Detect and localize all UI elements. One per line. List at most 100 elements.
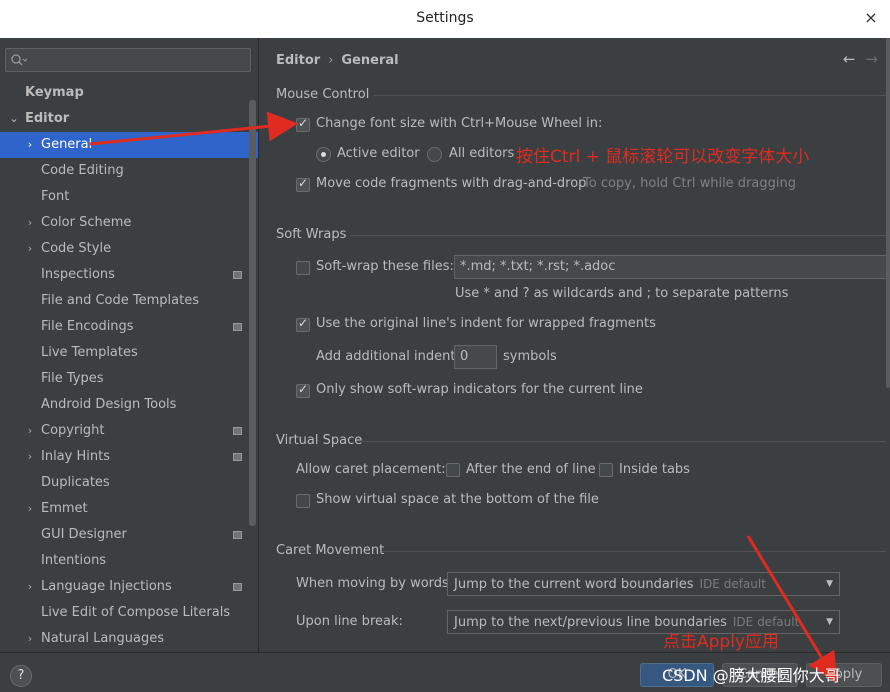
- additional-indent-label: Add additional indent:: [316, 349, 460, 364]
- project-settings-icon: [233, 453, 242, 461]
- original-indent-label: Use the original line's indent for wrapp…: [316, 316, 656, 331]
- tree-item-label: Code Editing: [41, 163, 124, 178]
- tree-item-language-injections[interactable]: › Language Injections: [0, 574, 258, 600]
- soft-wrap-files-checkbox[interactable]: [296, 261, 310, 275]
- change-font-checkbox[interactable]: [296, 116, 310, 132]
- tree-item-label: Copyright: [41, 423, 105, 438]
- moving-words-default: IDE default: [699, 577, 766, 591]
- tree-item-inlay-hints[interactable]: › Inlay Hints: [0, 444, 258, 470]
- chevron-right-icon[interactable]: ›: [24, 444, 36, 470]
- tree-item-code-style[interactable]: › Code Style: [0, 236, 258, 262]
- move-fragments-checkbox[interactable]: [296, 176, 310, 192]
- breadcrumb-parent[interactable]: Editor: [276, 53, 320, 68]
- project-settings-icon: [233, 583, 242, 591]
- tree-item-label: Language Injections: [41, 579, 172, 594]
- tree-item-label: GUI Designer: [41, 527, 127, 542]
- window-title: Settings: [416, 10, 474, 26]
- content-scrollbar[interactable]: [886, 38, 890, 388]
- after-end-checkbox[interactable]: [446, 463, 460, 477]
- only-show-indicators-checkbox[interactable]: [296, 382, 310, 398]
- tree-item-color-scheme[interactable]: › Color Scheme: [0, 210, 258, 236]
- settings-sidebar: Keymap ⌄ Editor › General Code Editing F…: [0, 38, 259, 652]
- tree-item-label: Duplicates: [41, 475, 110, 490]
- section-divider: [373, 95, 886, 96]
- chevron-right-icon[interactable]: ›: [24, 574, 36, 600]
- chevron-right-icon[interactable]: ›: [24, 236, 36, 262]
- tree-item-intentions[interactable]: Intentions: [0, 548, 258, 574]
- chevron-right-icon[interactable]: ›: [24, 132, 36, 158]
- project-settings-icon: [233, 271, 242, 279]
- inside-tabs-label: Inside tabs: [619, 462, 690, 477]
- tree-item-label: General: [41, 137, 93, 152]
- tree-item-editor[interactable]: ⌄ Editor: [0, 106, 258, 132]
- tree-item-label: File and Code Templates: [41, 293, 199, 308]
- symbols-label: symbols: [503, 349, 557, 364]
- tree-item-general[interactable]: › General: [0, 132, 258, 158]
- line-break-label: Upon line break:: [296, 614, 403, 629]
- help-icon[interactable]: ?: [10, 665, 32, 687]
- sidebar-scrollbar[interactable]: [249, 100, 256, 526]
- tree-item-copyright[interactable]: › Copyright: [0, 418, 258, 444]
- tree-item-emmet[interactable]: › Emmet: [0, 496, 258, 522]
- tree-item-inspections[interactable]: Inspections: [0, 262, 258, 288]
- original-indent-checkbox[interactable]: [296, 316, 310, 332]
- tree-item-live-templates[interactable]: Live Templates: [0, 340, 258, 366]
- chevron-right-icon[interactable]: ›: [24, 626, 36, 652]
- section-divider: [350, 235, 886, 236]
- nav-arrows: ← →: [833, 50, 878, 68]
- close-icon[interactable]: ×: [860, 7, 882, 29]
- tree-item-label: Android Design Tools: [41, 397, 177, 412]
- chevron-down-icon[interactable]: ⌄: [8, 106, 20, 132]
- tree-item-file-and-code-templates[interactable]: File and Code Templates: [0, 288, 258, 314]
- soft-wrap-files-input[interactable]: *.md; *.txt; *.rst; *.adoc: [454, 255, 887, 279]
- soft-wrap-files-label: Soft-wrap these files:: [316, 259, 454, 274]
- csdn-watermark: CSDN @膀大腰圆你大哥: [662, 666, 841, 685]
- show-virtual-space-checkbox[interactable]: [296, 494, 310, 508]
- moving-words-value: Jump to the current word boundaries: [454, 577, 694, 592]
- back-arrow-icon[interactable]: ←: [843, 50, 856, 68]
- line-break-dropdown[interactable]: Jump to the next/previous line boundarie…: [447, 610, 840, 634]
- section-header-caret-movement: Caret Movement: [276, 543, 385, 558]
- active-editor-radio[interactable]: [316, 147, 331, 162]
- section-header-mouse-control: Mouse Control: [276, 87, 370, 102]
- tree-item-label: Live Templates: [41, 345, 138, 360]
- tree-item-live-edit-compose[interactable]: Live Edit of Compose Literals: [0, 600, 258, 626]
- tree-item-duplicates[interactable]: Duplicates: [0, 470, 258, 496]
- search-input[interactable]: [5, 48, 251, 72]
- inside-tabs-checkbox[interactable]: [599, 463, 613, 477]
- forward-arrow-icon[interactable]: →: [865, 50, 878, 68]
- tree-item-label: Natural Languages: [41, 631, 165, 646]
- section-header-virtual-space: Virtual Space: [276, 433, 363, 448]
- tree-item-label: Color Scheme: [41, 215, 132, 230]
- tree-item-file-encodings[interactable]: File Encodings: [0, 314, 258, 340]
- tree-item-file-types[interactable]: File Types: [0, 366, 258, 392]
- section-divider: [361, 441, 886, 442]
- all-editors-label: All editors: [449, 146, 515, 161]
- chevron-right-icon[interactable]: ›: [24, 496, 36, 522]
- tree-item-label: Live Edit of Compose Literals: [41, 605, 231, 620]
- tree-item-label: Inspections: [41, 267, 115, 282]
- ctrl-wheel-annotation: 按住Ctrl + 鼠标滚轮可以改变字体大小: [516, 147, 810, 167]
- all-editors-radio[interactable]: [427, 147, 442, 162]
- tree-item-keymap[interactable]: Keymap: [0, 80, 258, 106]
- change-font-label: Change font size with Ctrl+Mouse Wheel i…: [316, 116, 603, 131]
- section-divider: [382, 551, 886, 552]
- moving-words-dropdown[interactable]: Jump to the current word boundaries IDE d…: [447, 572, 840, 596]
- additional-indent-input[interactable]: 0: [454, 345, 497, 369]
- tree-item-natural-languages[interactable]: › Natural Languages: [0, 626, 258, 652]
- breadcrumb-current: General: [341, 53, 399, 68]
- tree-item-android-design-tools[interactable]: Android Design Tools: [0, 392, 258, 418]
- moving-words-label: When moving by words:: [296, 576, 454, 591]
- breadcrumb-separator: ›: [328, 53, 334, 68]
- section-header-soft-wraps: Soft Wraps: [276, 227, 347, 242]
- project-settings-icon: [233, 427, 242, 435]
- tree-item-label: Font: [41, 189, 70, 204]
- tree-item-gui-designer[interactable]: GUI Designer: [0, 522, 258, 548]
- settings-content: Editor›General ←→ Mouse Control Change f…: [260, 38, 890, 652]
- move-fragments-hint: To copy, hold Ctrl while dragging: [583, 176, 796, 191]
- chevron-right-icon[interactable]: ›: [24, 418, 36, 444]
- only-show-indicators-label: Only show soft-wrap indicators for the c…: [316, 382, 643, 397]
- chevron-right-icon[interactable]: ›: [24, 210, 36, 236]
- tree-item-font[interactable]: Font: [0, 184, 258, 210]
- tree-item-code-editing[interactable]: Code Editing: [0, 158, 258, 184]
